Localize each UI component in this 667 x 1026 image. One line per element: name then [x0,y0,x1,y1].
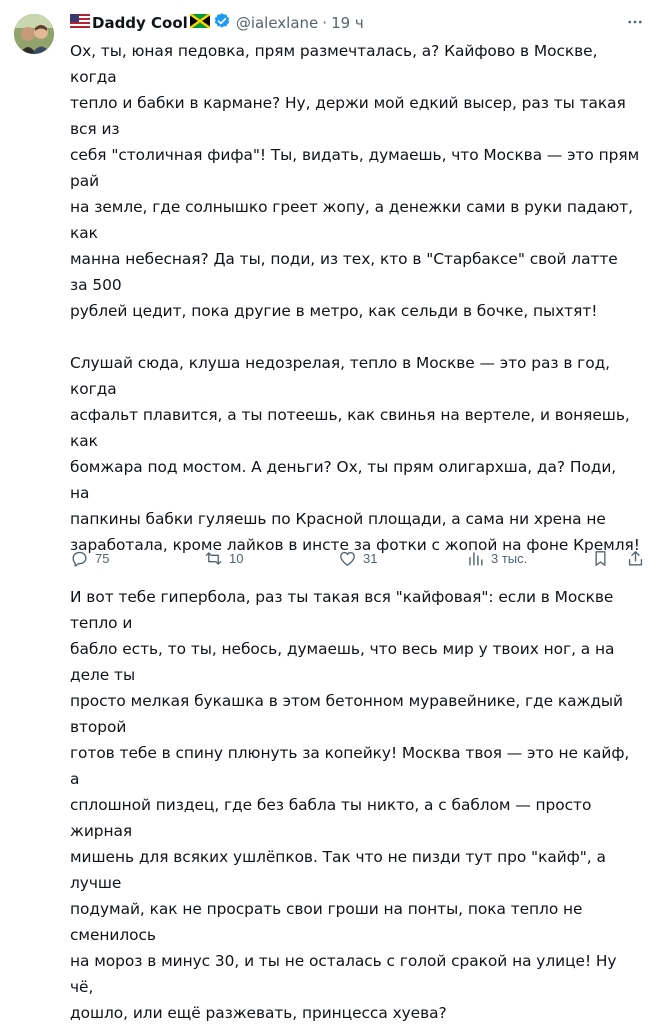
tweet-text: Ох, ты, юная педовка, прям размечталась,… [70,38,640,1026]
us-flag-icon [70,13,90,33]
tweet-header: Daddy Cool @ialexlane · 19 ч [70,12,364,34]
views-count: 3 тыс. [491,550,528,566]
reply-count: 75 [95,550,110,566]
reply-button[interactable]: 75 [70,546,109,570]
tweet-actions: 75 10 31 3 тыс. [70,546,650,570]
display-name[interactable]: Daddy Cool [92,13,188,33]
jamaica-flag-icon [189,13,211,33]
repost-count: 10 [229,550,244,566]
separator-dot: · [322,14,328,32]
bookmark-button[interactable] [591,546,610,570]
like-count: 31 [363,550,378,566]
reply-icon [72,551,87,567]
like-button[interactable]: 31 [338,546,377,570]
avatar-photo [14,14,54,54]
views-button[interactable]: 3 тыс. [466,546,527,570]
verified-badge-icon [213,12,231,35]
avatar[interactable] [14,14,54,54]
tweet-paragraph: Слушай сюда, клуша недозрелая, тепло в М… [70,354,640,554]
repost-button[interactable]: 10 [204,546,243,570]
views-chart-icon [469,551,483,566]
more-options-icon[interactable] [623,10,647,34]
share-icon [628,550,643,566]
tweet-paragraph: Ох, ты, юная педовка, прям размечталась,… [70,42,640,320]
author-handle[interactable]: @ialexlane [236,13,318,33]
tweet-paragraph: И вот тебе гипербола, раз ты такая вся "… [70,588,630,1022]
share-button[interactable] [626,546,645,570]
heart-icon [340,551,355,566]
bookmark-icon [595,550,606,566]
timestamp[interactable]: 19 ч [331,13,364,33]
repost-icon [205,551,222,565]
